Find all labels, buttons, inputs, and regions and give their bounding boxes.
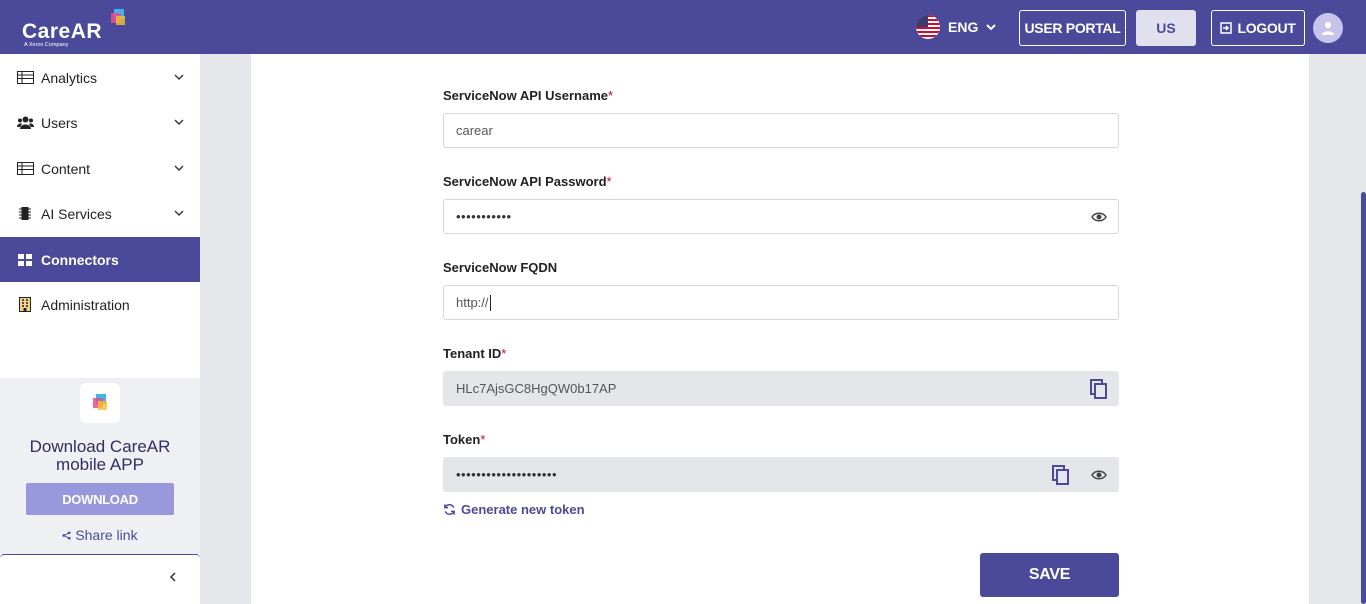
- refresh-icon: [444, 504, 455, 515]
- logout-icon: [1220, 22, 1233, 34]
- token-label: Token*: [443, 432, 485, 447]
- fqdn-input[interactable]: http://: [443, 285, 1119, 320]
- logout-button[interactable]: LOGOUT: [1211, 10, 1305, 46]
- user-portal-button[interactable]: USER PORTAL: [1019, 10, 1126, 46]
- chevron-down-icon: [174, 119, 184, 125]
- table-icon: [16, 161, 34, 177]
- user-icon: [1322, 21, 1334, 35]
- app-icon: [80, 383, 120, 423]
- promo-title-line-2: mobile APP: [56, 455, 144, 474]
- chip-icon: [16, 206, 34, 222]
- required-mark: *: [607, 88, 614, 103]
- sidebar-item-users[interactable]: Users: [0, 100, 200, 145]
- share-icon: [62, 531, 71, 540]
- tenant-id-input: HLc7AjsGC8HgQW0b17AP: [443, 371, 1119, 406]
- sidebar-item-administration[interactable]: Administration: [0, 282, 200, 327]
- username-label: ServiceNow API Username*: [443, 88, 613, 103]
- sidebar-item-analytics[interactable]: Analytics: [0, 55, 200, 100]
- logo-mark-icon: [111, 9, 125, 25]
- chevron-down-icon: [986, 24, 997, 31]
- chevron-down-icon: [174, 74, 184, 80]
- required-mark: *: [480, 432, 486, 447]
- language-label: ENG: [948, 19, 979, 35]
- connector-settings-card: ServiceNow API Username* carear ServiceN…: [251, 54, 1309, 604]
- eye-icon[interactable]: [1091, 467, 1107, 483]
- table-icon: [16, 70, 34, 86]
- carear-logo[interactable]: CareAR A Xerox Company: [22, 8, 132, 50]
- sidebar-item-ai-services[interactable]: AI Services: [0, 191, 200, 236]
- text-cursor: [489, 294, 491, 311]
- sidebar-item-label: Administration: [41, 296, 130, 313]
- logo-subtitle: A Xerox Company: [24, 42, 69, 48]
- required-mark: *: [606, 174, 612, 189]
- fqdn-label-text: ServiceNow FQDN: [443, 260, 558, 275]
- users-icon: [16, 115, 34, 131]
- sidebar-item-label: Analytics: [41, 69, 98, 86]
- download-app-promo: Download CareAR mobile APP DOWNLOAD Shar…: [0, 378, 200, 554]
- share-link[interactable]: Share link: [0, 527, 200, 543]
- fqdn-label: ServiceNow FQDN: [443, 260, 557, 275]
- sidebar: Analytics Users Content AI Services Conn…: [0, 54, 200, 604]
- promo-title: Download CareAR mobile APP: [0, 438, 200, 474]
- chevron-down-icon: [174, 210, 184, 216]
- sidebar-item-label: Connectors: [41, 251, 119, 268]
- password-label-text: ServiceNow API Password: [443, 174, 607, 189]
- sidebar-item-label: Content: [41, 160, 91, 177]
- share-label: Share link: [75, 527, 138, 543]
- password-input[interactable]: •••••••••••: [443, 199, 1119, 234]
- sidebar-collapse-bar: [0, 554, 200, 604]
- username-value: carear: [456, 123, 493, 138]
- download-button[interactable]: DOWNLOAD: [26, 483, 174, 515]
- top-bar: CareAR A Xerox Company ENG USER PORTAL U…: [0, 0, 1366, 54]
- password-value: •••••••••••: [456, 209, 512, 224]
- promo-title-line-1: Download CareAR: [29, 437, 171, 456]
- username-label-text: ServiceNow API Username: [443, 88, 608, 103]
- building-icon: [16, 297, 34, 313]
- tenant-id-label-text: Tenant ID: [443, 346, 502, 361]
- language-selector[interactable]: ENG: [916, 14, 997, 40]
- save-button[interactable]: SAVE: [980, 553, 1119, 597]
- copy-icon[interactable]: [1052, 465, 1070, 485]
- required-mark: *: [501, 346, 507, 361]
- avatar[interactable]: [1313, 13, 1343, 43]
- tenant-id-value: HLc7AjsGC8HgQW0b17AP: [456, 381, 617, 396]
- us-flag-icon: [916, 15, 940, 39]
- sidebar-item-content[interactable]: Content: [0, 146, 200, 191]
- generate-token-link[interactable]: Generate new token: [443, 502, 585, 517]
- region-button[interactable]: US: [1136, 10, 1196, 46]
- fqdn-value: http://: [456, 295, 489, 310]
- sidebar-item-connectors[interactable]: Connectors: [0, 237, 200, 282]
- tenant-id-label: Tenant ID*: [443, 346, 506, 361]
- sidebar-item-label: Users: [41, 114, 78, 131]
- token-label-text: Token: [443, 432, 481, 447]
- sidebar-item-label: AI Services: [41, 205, 112, 222]
- chevron-left-icon[interactable]: [168, 571, 178, 583]
- chevron-down-icon: [174, 165, 184, 171]
- generate-token-label: Generate new token: [461, 502, 585, 517]
- logout-label: LOGOUT: [1237, 20, 1296, 36]
- logo-text: CareAR: [22, 20, 103, 43]
- eye-icon[interactable]: [1091, 209, 1107, 225]
- password-label: ServiceNow API Password*: [443, 174, 612, 189]
- token-value: ••••••••••••••••••••: [456, 467, 558, 482]
- username-input[interactable]: carear: [443, 113, 1119, 148]
- scrollbar-thumb[interactable]: [1361, 192, 1366, 604]
- grid-icon: [16, 252, 34, 268]
- token-input: ••••••••••••••••••••: [443, 457, 1119, 492]
- copy-icon[interactable]: [1090, 379, 1108, 399]
